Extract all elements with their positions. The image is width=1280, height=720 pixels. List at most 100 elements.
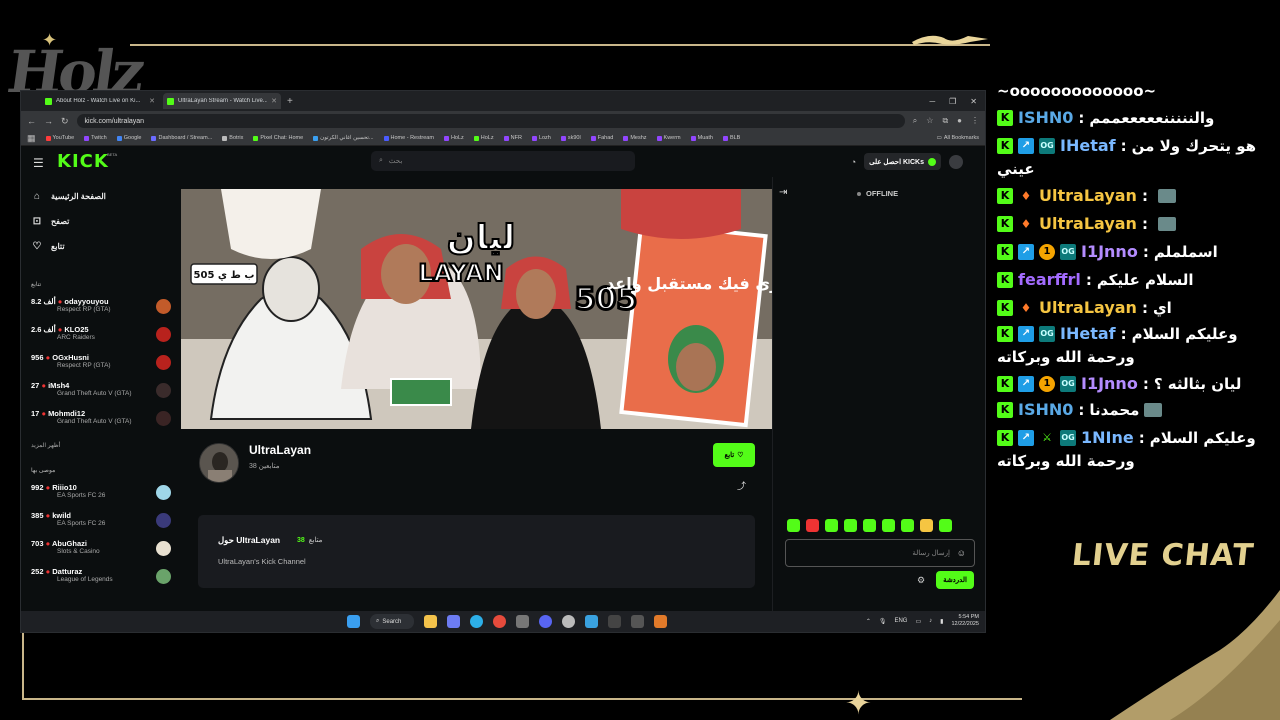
emote-button[interactable] [882,519,895,532]
microphone-icon[interactable]: 🎙 [879,618,887,625]
calculator-icon[interactable] [516,615,529,628]
kick-logo[interactable]: KICK [57,151,109,172]
emote-button[interactable] [806,519,819,532]
get-kicks-button[interactable]: احصل على KICKs [864,153,941,170]
bookmark-item[interactable]: Muath [690,135,713,141]
chat-send-button[interactable]: الدردشة [936,571,974,589]
emote-button[interactable] [844,519,857,532]
followed-channel[interactable]: 27 ● iMsh4 Grand Theft Auto V (GTA) [31,381,171,407]
close-tab-icon[interactable]: ✕ [149,97,155,105]
show-more-link[interactable]: أظهر المزيد [31,442,60,449]
app-icon[interactable] [562,615,575,628]
menu-dots-icon[interactable]: ⋮ [971,116,979,126]
bookmark-item[interactable]: Meshz [623,135,647,141]
back-icon[interactable]: ← [27,116,36,126]
discord-icon[interactable] [539,615,552,628]
bookmark-item[interactable]: Botrix [222,135,243,141]
reload-icon[interactable]: ↻ [61,116,69,127]
followed-channel[interactable]: 8.2 ألف ● odayyouyou Respect RP (GTA) [31,297,171,323]
restore-icon[interactable]: ❐ [949,97,956,106]
viewer-count: 992 [31,483,44,492]
emote-button[interactable] [863,519,876,532]
bookmark-item[interactable]: YouTube [45,135,74,141]
file-explorer-icon[interactable] [424,615,437,628]
url-input[interactable]: kick.com/ultralayan [76,114,905,128]
recommended-channel[interactable]: 992 ● Riiio10 EA Sports FC 26 [31,483,171,509]
follow-button[interactable]: تابع ♡ [713,443,755,467]
clock[interactable]: 5:54 PM 12/22/2025 [951,614,979,628]
obs-icon[interactable] [608,615,621,628]
chat-message-input[interactable]: إرسال رسالة ☺ [785,539,975,567]
close-tab-icon[interactable]: ✕ [271,97,277,105]
battery-icon[interactable]: ▮ [940,618,943,625]
collapse-chat-icon[interactable]: ⇥ [779,187,787,198]
bookmark-item[interactable]: Home - Restream [383,135,434,141]
sidebar-nav-item[interactable]: ⌂ الصفحة الرئيسية [31,191,106,202]
star-icon: ✦ [845,685,872,720]
zoom-icon[interactable]: ⌕ [913,116,917,126]
telegram-icon[interactable] [585,615,598,628]
recommended-channel[interactable]: 252 ● Datturaz League of Legends [31,567,171,593]
minimize-icon[interactable]: ─ [929,97,935,106]
extensions-icon[interactable]: ⧉ [942,116,948,126]
share-icon[interactable]: ⤴ [737,479,746,492]
gift-icon[interactable]: ◔ [851,157,856,167]
all-bookmarks[interactable]: ▭ All Bookmarks [937,135,979,141]
hamburger-menu-icon[interactable]: ☰ [33,156,44,170]
search-input[interactable]: ⌕ بحث [371,151,635,171]
channel-followers: 38 متابعين [249,463,280,470]
edge-icon[interactable] [470,615,483,628]
bookmark-item[interactable]: Google [116,135,141,141]
followed-channel[interactable]: 956 ● OGxHusni Respect RP (GTA) [31,353,171,379]
recommended-channel[interactable]: 703 ● AbuGhazi Slots & Casino [31,539,171,565]
emote-button[interactable] [939,519,952,532]
bookmark-star-icon[interactable]: ☆ [926,116,933,126]
new-tab-icon[interactable]: + [287,96,293,107]
taskbar-search[interactable]: ⌕ Search [370,614,414,629]
bookmark-item[interactable]: Pixel Chat: Home [253,135,303,141]
emote-button[interactable] [787,519,800,532]
emote-button[interactable] [901,519,914,532]
recommended-channel[interactable]: 385 ● kwild EA Sports FC 26 [31,511,171,537]
bookmark-item[interactable]: Dashboard / Stream... [151,135,212,141]
bookmark-item[interactable]: HoLz [473,135,494,141]
bookmark-item[interactable]: BLB [722,135,740,141]
kick-badge-icon: K [997,109,1013,126]
bookmark-item[interactable]: Lozh [531,135,551,141]
sidebar-nav-item[interactable]: ♡ تتابع [31,241,65,252]
volume-icon[interactable]: ♪ [929,618,932,624]
followed-channel[interactable]: 2.6 ألف ● KLO25 ARC Raiders [31,325,171,351]
channel-avatar[interactable] [199,443,239,483]
windows-start-icon[interactable] [347,615,360,628]
user-avatar[interactable] [949,154,963,169]
followed-channel[interactable]: 17 ● Mohmdi12 Grand Theft Auto V (GTA) [31,409,171,435]
channel-avatar [156,569,171,584]
network-icon[interactable]: ▭ [915,618,921,625]
bookmark-item[interactable]: تحسين اغاني الكرتون... [313,135,374,141]
language-indicator[interactable]: ENG [894,618,907,624]
bookmark-item[interactable]: NFR [503,135,522,141]
forward-icon[interactable]: → [44,116,53,126]
bookmark-item[interactable]: Twitch [84,135,107,141]
app-icon[interactable] [654,615,667,628]
window-controls: ─ ❐ ✕ [929,97,985,106]
app-icon[interactable] [631,615,644,628]
browser-tab-ultralayan[interactable]: UltraLayan Stream - Watch Live... ✕ [163,93,281,109]
apps-grid-icon[interactable]: ▦ [27,133,36,144]
bookmark-item[interactable]: sk90l [560,135,581,141]
chat-settings-icon[interactable]: ⚙ [917,575,925,586]
sidebar-nav-item[interactable]: ⊡ تصفح [31,216,70,227]
emote-button[interactable] [920,519,933,532]
bookmark-item[interactable]: Kwerm [656,135,681,141]
close-window-icon[interactable]: ✕ [970,97,977,106]
profile-icon[interactable]: ● [957,116,962,126]
emote-button[interactable] [825,519,838,532]
chrome-icon[interactable] [493,615,506,628]
offline-status: OFFLINE [857,189,898,198]
bookmark-item[interactable]: HoLz [443,135,464,141]
browser-tab-holz[interactable]: About Holz - Watch Live on Ki... ✕ [41,93,159,109]
emoji-icon[interactable]: ☺ [957,548,966,558]
store-icon[interactable] [447,615,460,628]
chevron-up-icon[interactable]: ⌃ [866,618,871,625]
bookmark-item[interactable]: Fahad [590,135,613,141]
